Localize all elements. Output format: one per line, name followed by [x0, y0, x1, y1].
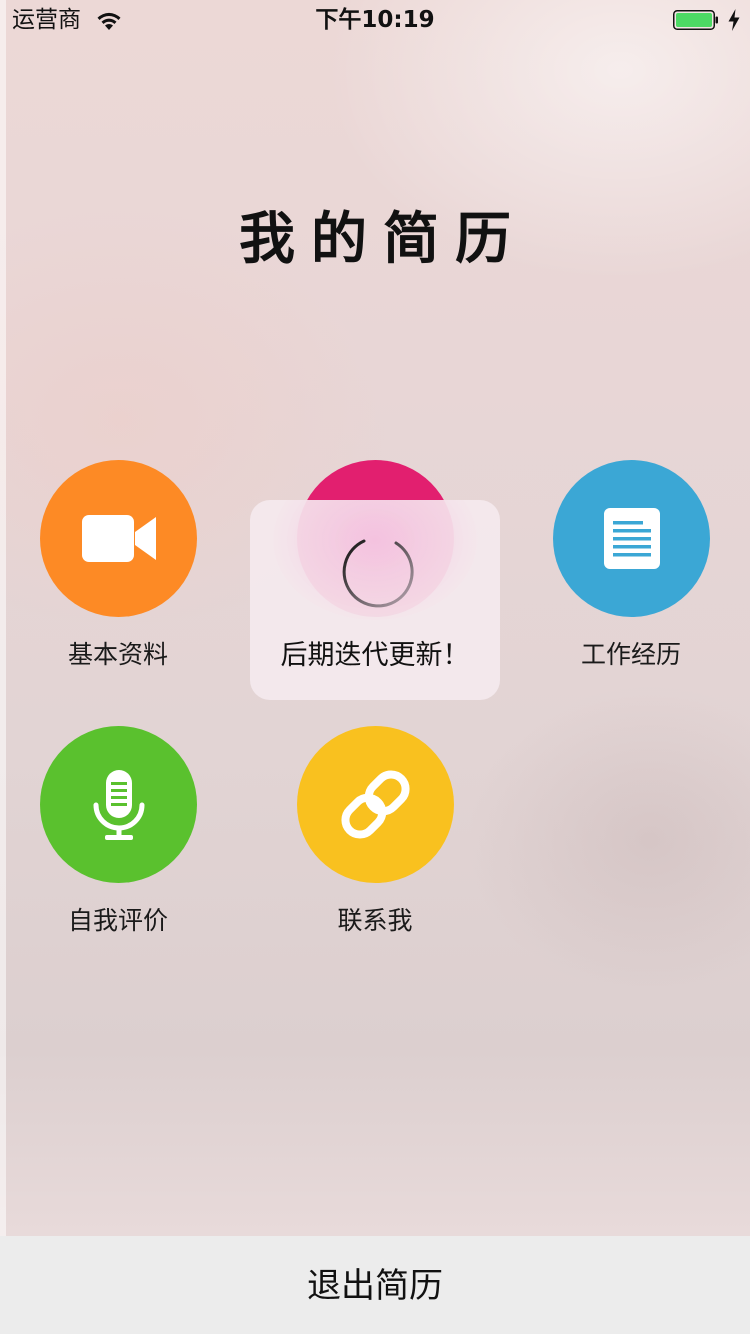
exit-resume-label: 退出简历: [307, 1266, 443, 1306]
charging-bolt-icon: [727, 9, 741, 31]
menu-item-label: 自我评价: [67, 906, 168, 935]
microphone-icon: [93, 770, 145, 840]
status-bar: 运营商 下午10:19: [0, 0, 750, 40]
battery-icon: [673, 10, 719, 30]
document-icon: [604, 508, 660, 569]
menu-item-contact-me[interactable]: 联系我: [285, 726, 465, 956]
self-evaluation-button[interactable]: [40, 726, 197, 883]
menu-item-label: 联系我: [337, 906, 413, 935]
basic-info-button[interactable]: [40, 460, 197, 617]
video-camera-icon: [82, 515, 156, 562]
exit-resume-button[interactable]: 退出简历: [0, 1236, 750, 1334]
loading-spinner-icon: [336, 534, 414, 612]
menu-item-self-evaluation[interactable]: 自我评价: [28, 726, 208, 956]
left-edge-strip: [0, 0, 6, 1236]
menu-item-label: 工作经历: [580, 640, 681, 669]
work-experience-button[interactable]: [553, 460, 710, 617]
menu-item-label: 基本资料: [67, 640, 168, 669]
toast-message: 后期迭代更新！: [280, 640, 470, 671]
status-time: 下午10:19: [315, 7, 435, 33]
link-icon: [341, 770, 410, 839]
menu-item-basic-info[interactable]: 基本资料: [28, 460, 208, 690]
menu-item-work-experience[interactable]: 工作经历: [541, 460, 721, 690]
toast-overlay: 后期迭代更新！: [250, 500, 500, 700]
contact-me-button[interactable]: [297, 726, 454, 883]
page-title: 我的简历: [239, 207, 527, 272]
